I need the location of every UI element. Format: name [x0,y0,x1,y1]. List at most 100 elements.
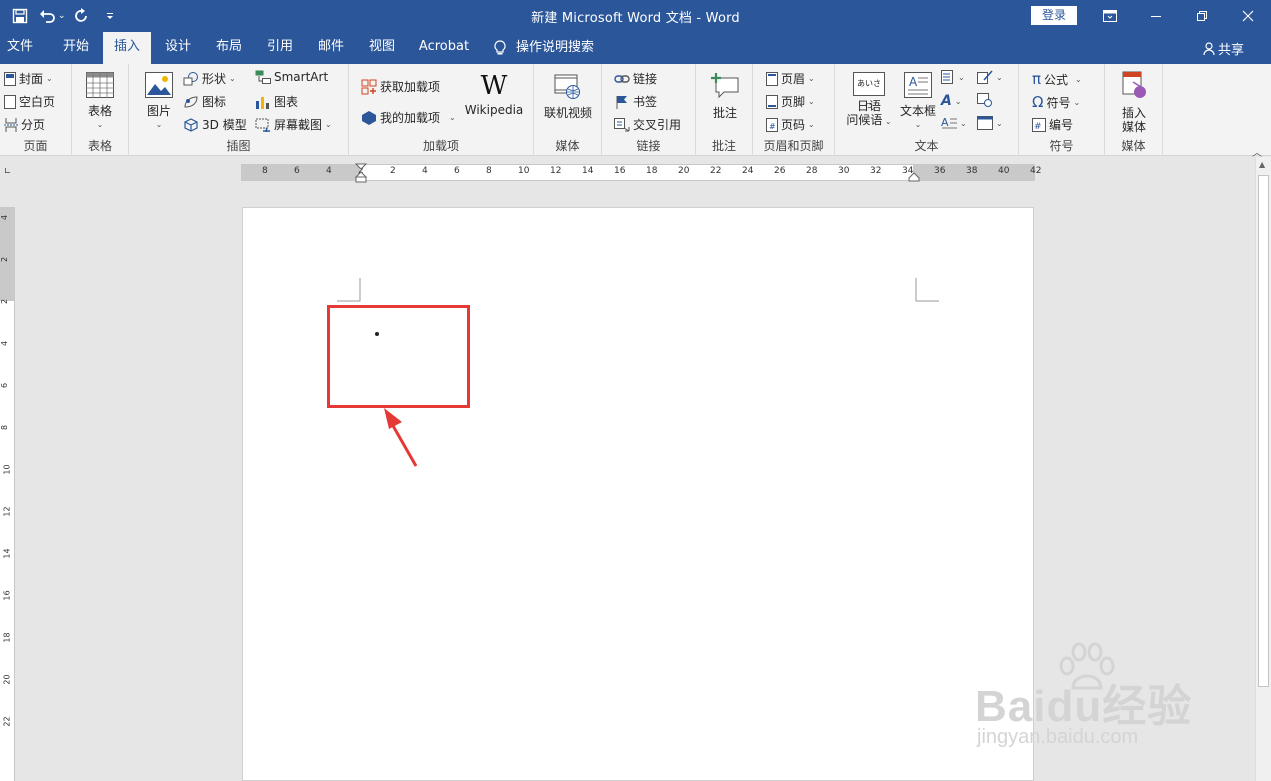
link-button[interactable]: 链接 [614,70,657,87]
my-addins-button[interactable]: 我的加载项 ⌄ [361,109,456,126]
login-button[interactable]: 登录 [1031,6,1077,25]
tab-home[interactable]: 开始 [54,32,98,64]
signature-line-icon [977,70,993,84]
text-box-button[interactable]: A 文本框 ⌄ [897,72,939,132]
ruler-tick-label: 8 [262,166,268,176]
wikipedia-button[interactable]: W Wikipedia [461,72,527,117]
get-addins-button[interactable]: 获取加载项 [361,78,440,95]
close-icon[interactable] [1225,0,1271,32]
group-label-text: 文本 [914,139,939,153]
link-icon [614,74,630,83]
signature-line-button[interactable]: ⌄ [977,70,1003,84]
date-time-icon [977,93,992,107]
shapes-button[interactable]: 形状 ⌄ [183,70,236,87]
group-media: 联机视频 媒体 [534,64,602,156]
vertical-ruler-tick-label: 10 [2,464,12,475]
group-tables: 表格 ⌄ 表格 [72,64,129,156]
drop-cap-button[interactable]: A ⌄ [941,116,967,130]
icons-button[interactable]: 图标 [183,93,226,110]
cross-reference-icon [614,117,630,131]
ruler-tick-label: 22 [710,166,722,176]
scroll-up-icon[interactable]: ▲ [1259,160,1265,169]
numbering-button[interactable]: # 编号 [1032,116,1073,133]
picture-button[interactable]: 图片 ⌄ [141,72,177,132]
ruler-tick-label: 6 [294,166,300,176]
tab-layout[interactable]: 布局 [208,32,250,64]
lightbulb-icon [494,40,506,55]
group-label-insert-media: 媒体 [1121,139,1146,153]
vertical-ruler-tick-label: 16 [2,590,12,601]
horizontal-ruler[interactable]: 8 6 4 2 2 4 6 8 10 12 14 16 18 20 22 24 26 28 30 32 34 36 38 40… [241,163,1041,183]
group-illustrations: 图片 ⌄ 形状 ⌄ 图标 3D 模型 SmartArt 图表 屏幕截图 ⌄ 插图 [129,64,349,156]
group-header-footer: 页眉 ⌄ 页脚 ⌄ # 页码 ⌄ 页眉和页脚 [753,64,835,156]
blank-page-icon [4,94,16,109]
right-indent-marker-icon[interactable] [908,172,920,182]
group-label-tables: 表格 [87,139,112,153]
wordart-button[interactable]: A ⌄ [941,93,962,109]
scrollbar-thumb[interactable] [1258,175,1269,687]
page-number-button[interactable]: # 页码 ⌄ [766,116,815,133]
tab-references[interactable]: 引用 [259,32,301,64]
ribbon-tabs: 文件 开始 插入 设计 布局 引用 邮件 视图 Acrobat 操作说明搜索 共… [0,32,1271,64]
blank-page-button[interactable]: 空白页 [4,93,55,110]
group-label-comments: 批注 [711,139,736,153]
online-video-icon [554,74,580,99]
svg-text:#: # [1034,122,1042,132]
vertical-scrollbar[interactable]: ▲ [1255,157,1271,781]
insert-media-button[interactable]: 插入 媒体 [1113,70,1155,134]
annotation-arrow-icon [384,408,418,467]
cross-reference-button[interactable]: 交叉引用 [614,116,681,133]
cover-page-button[interactable]: 封面 ⌄ [4,70,53,87]
page-number-icon: # [766,117,778,132]
group-label-symbols: 符号 [1049,139,1074,153]
quick-parts-button[interactable]: ⌄ [941,70,965,84]
header-button[interactable]: 页眉 ⌄ [766,70,815,87]
smartart-button[interactable]: SmartArt [255,70,328,84]
indent-marker-icon[interactable] [355,163,367,183]
japanese-greetings-button[interactable]: あいさつ 日语 问候语 ⌄ [843,72,895,129]
equation-button[interactable]: π 公式 ⌄ [1032,70,1082,88]
ruler-tick-label: 4 [326,166,332,176]
table-button[interactable]: 表格 ⌄ [83,72,117,132]
restore-icon[interactable] [1179,0,1225,32]
store-icon [361,79,377,94]
watermark-brand: Baidu经验 [975,682,1193,731]
tab-file[interactable]: 文件 [0,32,40,64]
tab-insert[interactable]: 插入 [103,32,151,64]
ruler-tick-label: 36 [934,166,946,176]
title-bar: ⌄ 新建 Microsoft Word 文档 - Word 登录 [0,0,1271,32]
tab-acrobat[interactable]: Acrobat [414,32,474,64]
ruler-tick-label: 26 [774,166,786,176]
icons-icon [184,95,198,108]
date-time-button[interactable] [977,93,993,107]
ruler-tick-label: 4 [422,166,428,176]
comment-icon [711,73,739,99]
ruler-tick-label: 38 [966,166,978,176]
ruler-tick-label: 20 [678,166,690,176]
baidu-jingyan-watermark: Baidu经验 jingyan.baidu.com [975,640,1205,750]
share-label: 共享 [1218,43,1245,58]
vertical-ruler-tick-label: 8 [0,424,10,431]
share-button[interactable]: 共享 [1203,39,1244,58]
tab-mailings[interactable]: 邮件 [310,32,352,64]
ribbon-display-options-icon[interactable] [1087,0,1133,32]
page-break-button[interactable]: 分页 [4,116,45,133]
minimize-icon[interactable] [1133,0,1179,32]
tab-view[interactable]: 视图 [361,32,403,64]
bookmark-button[interactable]: 书签 [614,93,657,110]
symbol-button[interactable]: Ω 符号 ⌄ [1032,93,1080,111]
object-icon [977,116,993,130]
screenshot-button[interactable]: 屏幕截图 ⌄ [255,116,332,133]
vertical-ruler[interactable]: 4 2 2 4 6 8 10 12 14 16 18 20 22 [0,207,15,781]
online-video-button[interactable]: 联机视频 [540,72,596,120]
3d-models-button[interactable]: 3D 模型 [183,116,247,133]
footer-button[interactable]: 页脚 ⌄ [766,93,815,110]
insert-object-button[interactable]: ⌄ [977,116,1003,130]
ruler-tick-label: 18 [646,166,658,176]
tab-selector[interactable]: ∟ [0,164,15,181]
chart-button[interactable]: 图表 [255,93,298,110]
tab-design[interactable]: 设计 [157,32,199,64]
new-comment-button[interactable]: 批注 [704,72,746,120]
tell-me-search[interactable]: 操作说明搜索 [494,32,604,64]
crop-mark-top-left [337,278,361,302]
